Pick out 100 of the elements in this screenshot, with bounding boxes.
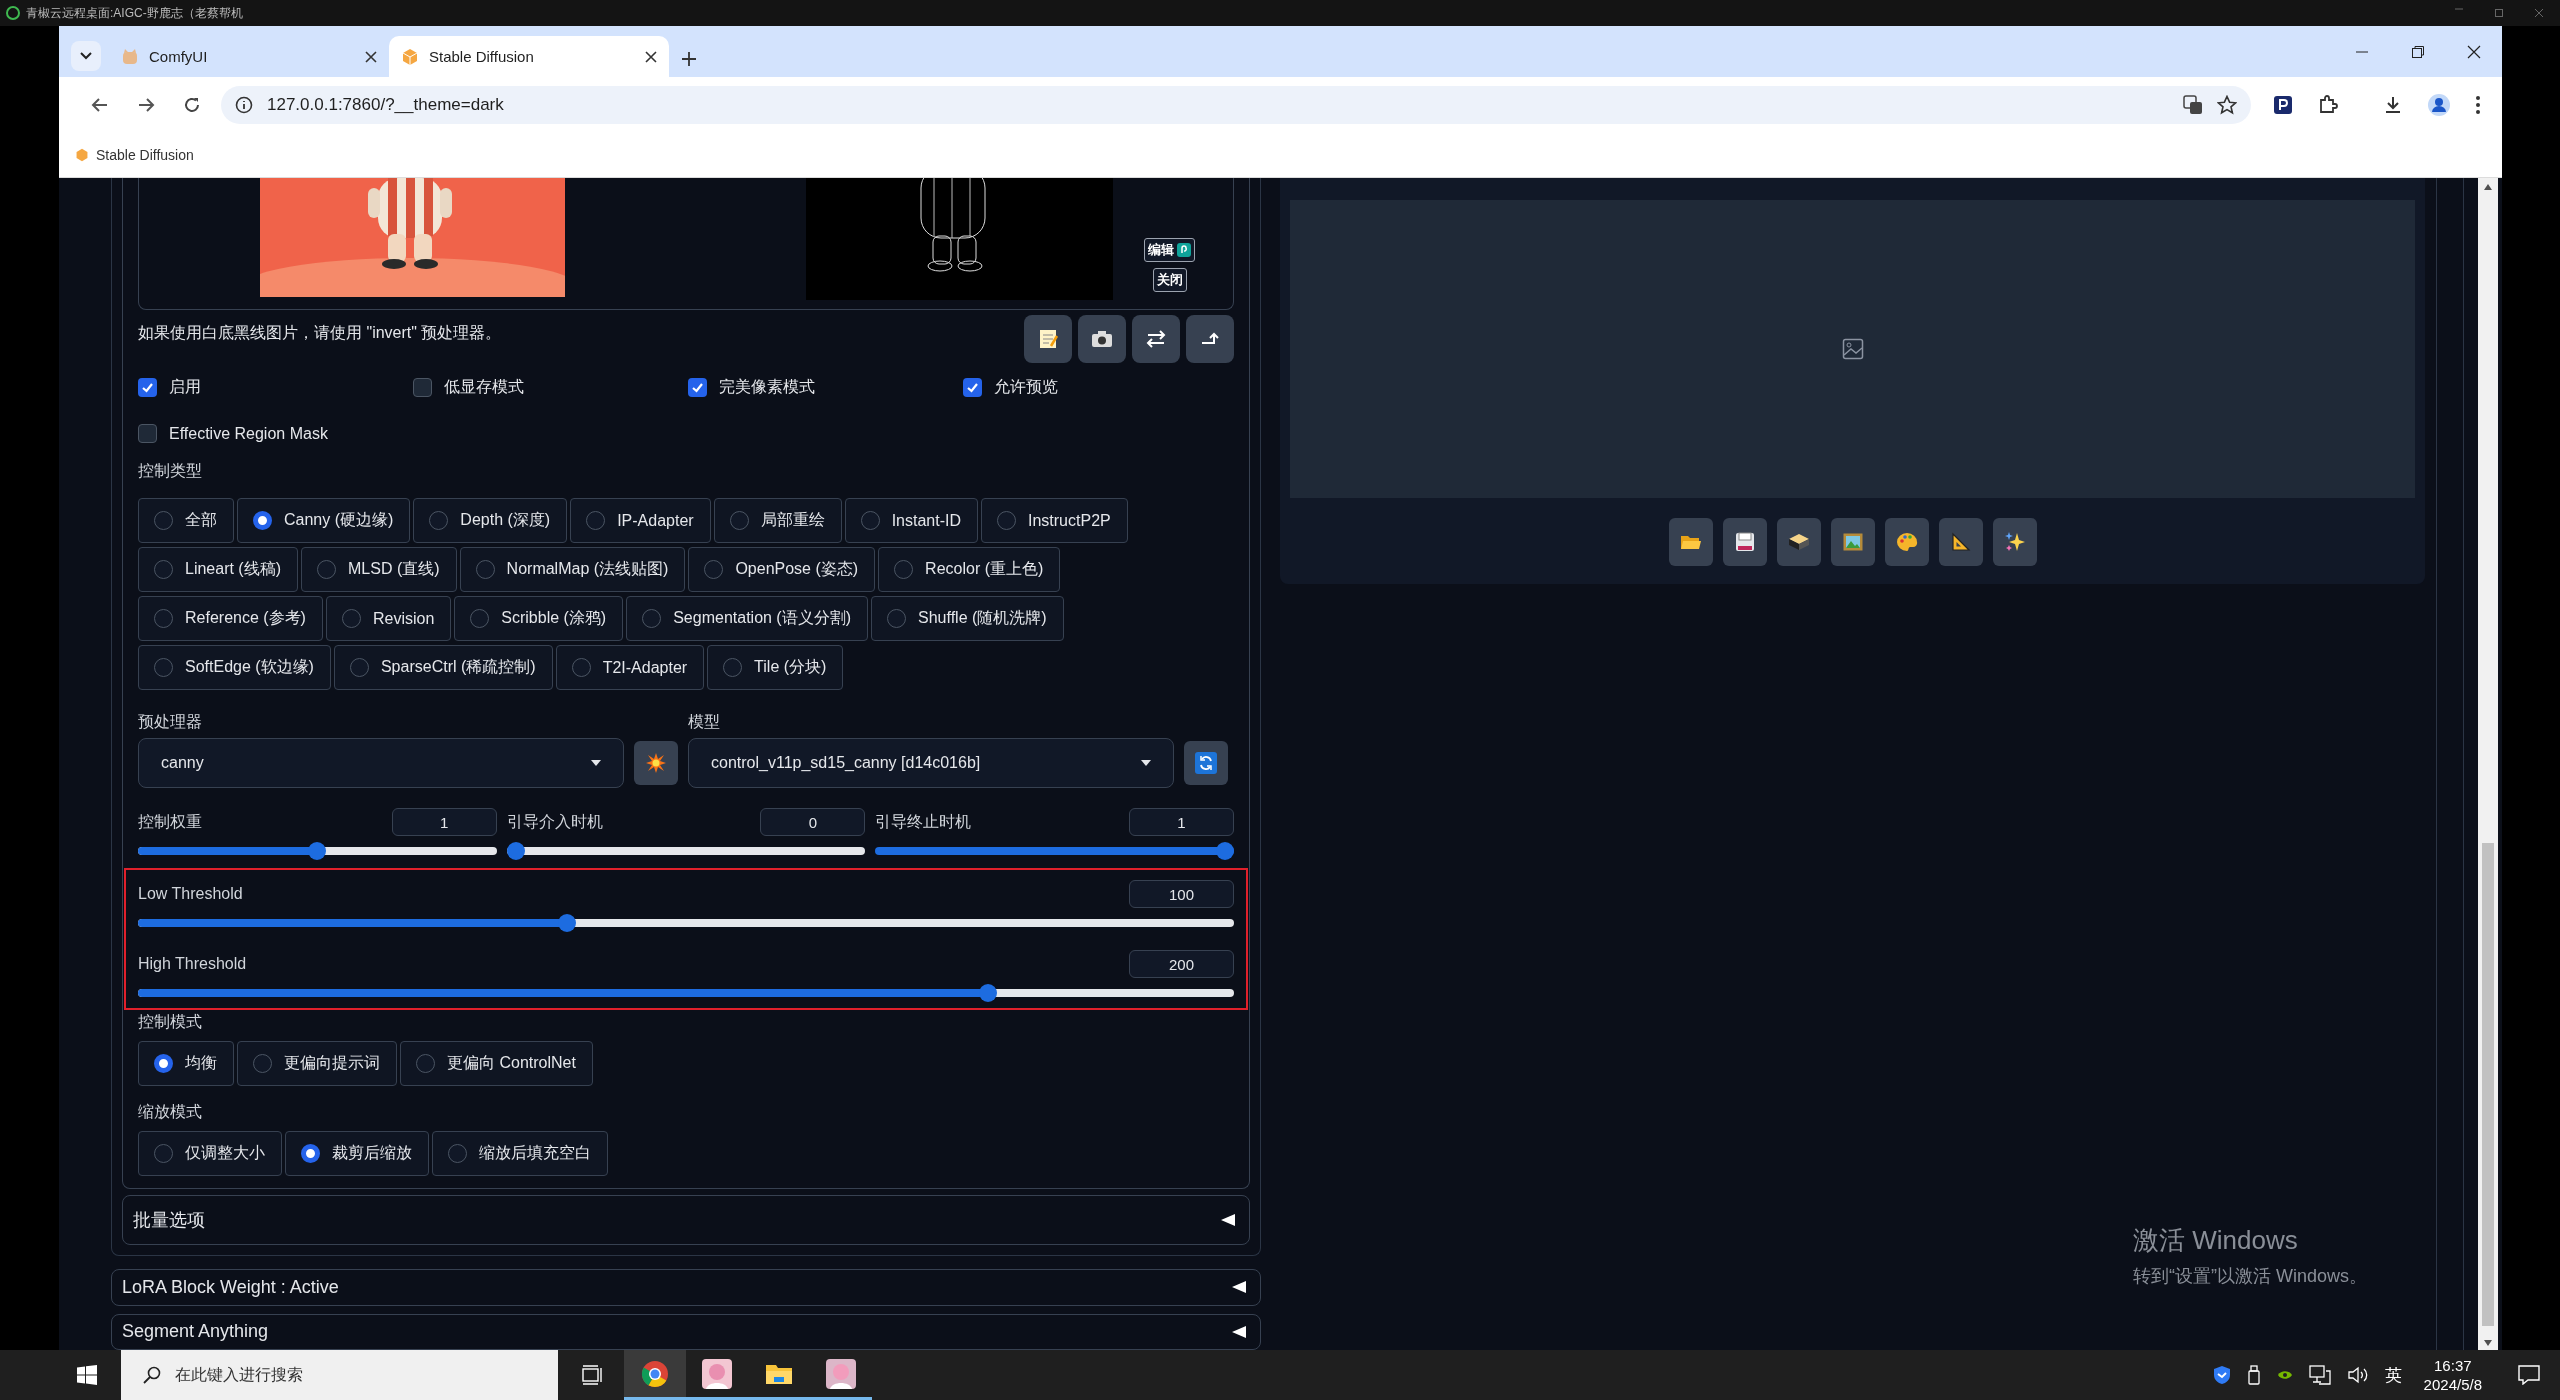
new-canvas-button[interactable] <box>1024 315 1072 363</box>
radio-option[interactable]: NormalMap (法线贴图) <box>459 547 686 592</box>
radio-option[interactable]: Canny (硬边缘) <box>237 498 411 543</box>
slider-thumb[interactable] <box>558 914 577 932</box>
radio-option[interactable]: Segmentation (语义分割) <box>626 596 869 641</box>
swap-button[interactable] <box>1132 315 1180 363</box>
radio-option[interactable]: 均衡 <box>138 1041 234 1086</box>
radio-button[interactable] <box>470 609 490 628</box>
browser-tab[interactable]: ComfyUI <box>109 36 389 77</box>
radio-option[interactable]: 裁剪后缩放 <box>285 1131 429 1176</box>
radio-option[interactable]: SoftEdge (软边缘) <box>138 645 331 690</box>
taskbar-search-field[interactable]: 在此键入进行搜索 <box>121 1350 558 1400</box>
slider-thumb[interactable] <box>978 984 997 1002</box>
radio-option[interactable]: Scribble (涂鸦) <box>454 596 624 641</box>
radio-button[interactable] <box>642 609 662 628</box>
slider[interactable] <box>138 842 497 860</box>
translate-icon[interactable] <box>2183 94 2203 115</box>
edit-button[interactable]: 编辑 <box>1144 238 1195 262</box>
radio-button[interactable] <box>723 658 743 677</box>
radio-button[interactable] <box>154 658 173 677</box>
radio-button[interactable] <box>154 511 173 530</box>
new-tab-icon[interactable] <box>681 51 697 67</box>
preprocessor-dropdown[interactable]: canny <box>138 738 624 788</box>
bookmark[interactable]: Stable Diffusion <box>75 146 194 163</box>
number-field[interactable]: 200 <box>1129 950 1234 978</box>
close-icon[interactable] <box>645 50 657 63</box>
radio-option[interactable]: Recolor (重上色) <box>878 547 1061 592</box>
notification-icon[interactable] <box>2518 1365 2540 1385</box>
task-view-icon[interactable] <box>582 1365 604 1385</box>
model-dropdown[interactable]: control_v11p_sd15_canny [d14c016b] <box>688 738 1174 788</box>
slider-thumb[interactable] <box>308 842 327 860</box>
radio-option[interactable]: Reference (参考) <box>138 596 323 641</box>
radio-button[interactable] <box>729 511 749 530</box>
input-method-indicator[interactable]: 英 <box>2384 1363 2402 1387</box>
scroll-up-icon[interactable] <box>2484 184 2492 190</box>
radio-option[interactable]: Depth (深度) <box>413 498 568 543</box>
radio-button[interactable] <box>571 658 591 677</box>
star-icon[interactable] <box>2217 94 2237 115</box>
windows-logo-icon[interactable] <box>77 1365 97 1385</box>
radio-option[interactable]: Lineart (线稿) <box>138 547 299 592</box>
slider[interactable] <box>138 914 1234 932</box>
puzzle-icon[interactable] <box>2317 93 2339 116</box>
radio-option[interactable]: 仅调整大小 <box>138 1131 282 1176</box>
radio-option[interactable]: SparseCtrl (稀疏控制) <box>333 645 553 690</box>
speaker-icon[interactable] <box>2346 1365 2369 1385</box>
radio-button[interactable] <box>349 658 369 677</box>
slider-thumb[interactable] <box>506 842 525 860</box>
slider[interactable] <box>138 984 1234 1002</box>
sparkle-button[interactable] <box>1992 518 2037 566</box>
radio-button[interactable] <box>253 1054 272 1073</box>
radio-option[interactable]: Revision <box>325 596 452 641</box>
accordion-header[interactable]: LoRA Block Weight : Active <box>111 1269 1261 1306</box>
save-button[interactable] <box>1722 518 1767 566</box>
number-field[interactable]: 100 <box>1129 880 1234 908</box>
radio-option[interactable]: MLSD (直线) <box>301 547 457 592</box>
number-field[interactable]: 1 <box>391 808 497 836</box>
radio-option[interactable]: 缩放后填充空白 <box>432 1131 608 1176</box>
menu-icon[interactable] <box>2475 94 2481 115</box>
download-icon[interactable] <box>2383 94 2403 115</box>
radio-button[interactable] <box>704 560 724 579</box>
browser-tab[interactable]: Stable Diffusion <box>389 36 669 77</box>
send-button[interactable] <box>1186 315 1234 363</box>
close-icon[interactable] <box>365 50 377 63</box>
radio-button[interactable] <box>301 1144 320 1163</box>
radio-button[interactable] <box>887 609 907 628</box>
maximize-icon[interactable] <box>2494 8 2504 18</box>
radio-button[interactable] <box>997 511 1016 530</box>
radio-button[interactable] <box>154 609 173 628</box>
radio-option[interactable]: InstructP2P <box>981 498 1128 543</box>
radio-option[interactable]: Tile (分块) <box>707 645 844 690</box>
network-icon[interactable] <box>2308 1365 2331 1385</box>
address-bar[interactable]: 127.0.0.1:7860/?__theme=dark <box>221 85 2251 124</box>
slider-thumb[interactable] <box>1216 842 1234 860</box>
checkbox[interactable] <box>138 424 157 443</box>
scroll-down-icon[interactable] <box>2484 1340 2492 1346</box>
checkbox[interactable] <box>963 378 982 397</box>
shield-icon[interactable] <box>2212 1365 2231 1385</box>
radio-button[interactable] <box>448 1144 467 1163</box>
send-to-img2img-button[interactable] <box>1830 518 1875 566</box>
camera-button[interactable] <box>1078 315 1126 363</box>
radio-option[interactable]: 全部 <box>138 498 234 543</box>
radio-option[interactable]: IP-Adapter <box>570 498 711 543</box>
back-icon[interactable] <box>91 95 109 114</box>
radio-button[interactable] <box>154 1144 173 1163</box>
radio-option[interactable]: T2I-Adapter <box>555 645 705 690</box>
radio-option[interactable]: Shuffle (随机洗牌) <box>871 596 1064 641</box>
radio-button[interactable] <box>253 511 272 530</box>
radio-option[interactable]: 更偏向 ControlNet <box>400 1041 593 1086</box>
usb-drive-icon[interactable] <box>2246 1365 2261 1385</box>
forward-icon[interactable] <box>137 95 155 114</box>
tab-search-button[interactable] <box>71 41 101 71</box>
radio-button[interactable] <box>154 560 173 579</box>
radio-button[interactable] <box>429 511 449 530</box>
radio-button[interactable] <box>341 609 361 628</box>
scrollbar-thumb[interactable] <box>2482 843 2494 1326</box>
radio-button[interactable] <box>317 560 337 579</box>
slider[interactable] <box>875 842 1234 860</box>
accordion-header[interactable]: 批量选项 <box>122 1195 1250 1245</box>
zip-button[interactable] <box>1776 518 1821 566</box>
clock[interactable]: 16:37 2024/5/8 <box>2423 1357 2482 1393</box>
